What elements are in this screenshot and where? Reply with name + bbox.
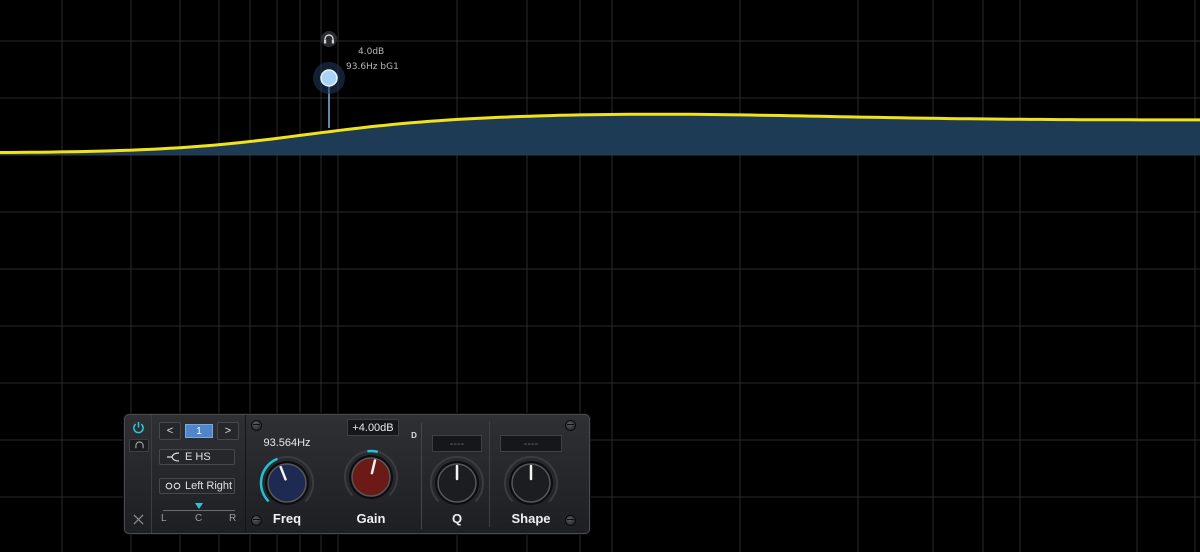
q-knob[interactable]	[427, 453, 487, 513]
knob-cap	[267, 463, 307, 503]
gain-label: Gain	[356, 511, 386, 526]
shape-value[interactable]: ----	[500, 435, 562, 452]
band-gain-readout: 4.0dB	[358, 47, 385, 57]
band-delete-button[interactable]	[129, 511, 147, 527]
band-control-panel: < 1 > E HS Left Right L C R 93.564Hz Fre…	[124, 414, 590, 534]
band-1-node[interactable]	[320, 69, 338, 87]
band-power-button[interactable]	[129, 419, 147, 435]
freq-knob[interactable]	[257, 453, 317, 513]
band-frequency-readout: 93.6Hz bG1	[346, 62, 399, 72]
q-section: ---- Q	[417, 415, 497, 533]
shape-label: Shape	[511, 511, 551, 526]
band-solo-button[interactable]	[321, 31, 337, 47]
close-icon	[132, 513, 144, 525]
filter-type-selector[interactable]: E HS	[159, 449, 235, 465]
gain-knob[interactable]	[341, 447, 401, 507]
panel-divider	[245, 415, 246, 533]
high-shelf-icon	[167, 452, 180, 462]
band-number[interactable]: 1	[185, 424, 213, 438]
freq-label: Freq	[272, 511, 302, 526]
next-band-button[interactable]: >	[217, 422, 239, 440]
panel-divider	[489, 421, 490, 527]
filter-type-label: E HS	[185, 451, 211, 463]
gain-section: +4.00dB D Gain	[331, 415, 417, 533]
pan-right-label: R	[229, 513, 237, 524]
panel-side-column	[125, 415, 152, 533]
shape-section: ---- Shape	[491, 415, 571, 533]
previous-band-button[interactable]: <	[159, 422, 181, 440]
headphones-icon	[134, 441, 144, 449]
pan-left-label: L	[161, 513, 167, 524]
gain-value[interactable]: +4.00dB	[347, 419, 399, 436]
pan-center-label: C	[195, 513, 203, 524]
knob-value-arc	[367, 449, 379, 454]
q-label: Q	[451, 511, 463, 526]
knob-cap	[351, 457, 391, 497]
pan-track	[163, 510, 235, 511]
stereo-mode-label: Left Right	[185, 480, 233, 492]
stereo-placement-selector[interactable]: Left Right	[159, 478, 235, 494]
stereo-icon	[165, 482, 181, 490]
freq-section: 93.564Hz Freq	[247, 415, 327, 533]
power-icon	[132, 421, 144, 433]
freq-value[interactable]: 93.564Hz	[261, 435, 313, 450]
pan-slider[interactable]: L C R	[161, 503, 237, 527]
pan-handle[interactable]	[195, 503, 203, 509]
shape-knob[interactable]	[501, 453, 561, 513]
q-value[interactable]: ----	[432, 435, 482, 452]
band-solo-toggle[interactable]	[129, 439, 149, 452]
